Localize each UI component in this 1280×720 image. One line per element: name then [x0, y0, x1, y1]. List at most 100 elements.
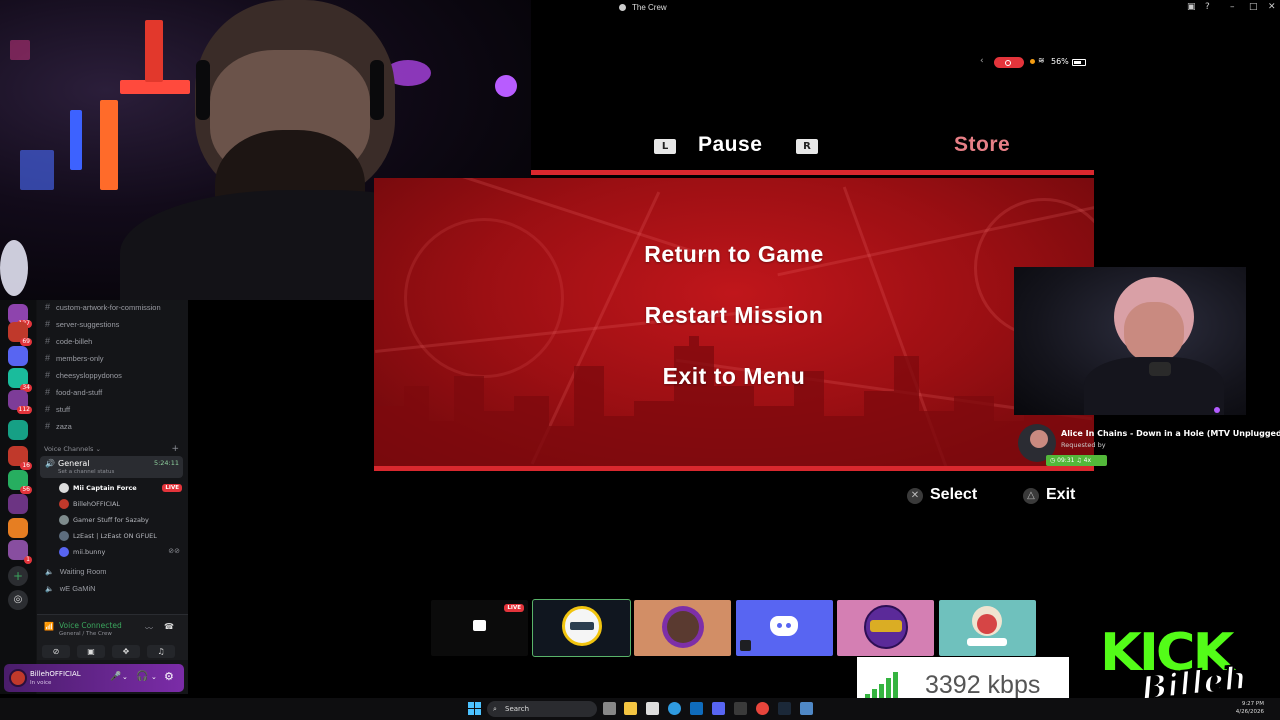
- windows-start-icon[interactable]: [468, 702, 481, 715]
- channel-item[interactable]: # zaza: [45, 421, 72, 431]
- voice-member[interactable]: mii.bunny: [59, 547, 105, 557]
- r-shoulder-icon[interactable]: R: [796, 139, 818, 154]
- channel-item[interactable]: # code-billeh: [45, 336, 92, 346]
- file-explorer-icon[interactable]: [624, 702, 637, 715]
- user-name[interactable]: BillehOFFICIAL: [30, 670, 81, 678]
- maximize-button[interactable]: □: [1249, 2, 1258, 12]
- guild-icon[interactable]: [8, 518, 28, 538]
- back-chevron-icon[interactable]: ‹: [980, 56, 984, 66]
- guild-icon[interactable]: 1: [8, 540, 32, 564]
- tab-pause[interactable]: Pause: [698, 133, 762, 157]
- scene-tile-face[interactable]: [634, 600, 731, 656]
- hash-icon: #: [45, 421, 51, 431]
- close-button[interactable]: ✕: [1268, 2, 1276, 12]
- window-titlebar: The Crew ▣ ? – □ ✕: [531, 0, 1280, 16]
- exit-hint[interactable]: Exit: [1046, 486, 1075, 504]
- voice-member[interactable]: Mii Captain Force: [59, 483, 137, 493]
- user-avatar[interactable]: [9, 669, 27, 687]
- channel-item[interactable]: # cheesysloppydonos: [45, 370, 122, 380]
- guild-icon[interactable]: 112: [8, 390, 32, 414]
- guild-icon[interactable]: [8, 346, 28, 366]
- voice-member[interactable]: LzEast | LzEast ON GFUEL: [59, 531, 157, 541]
- record-icon[interactable]: [994, 57, 1024, 68]
- soundboard-button[interactable]: ♫: [147, 645, 175, 658]
- scene-tile-cave[interactable]: [837, 600, 934, 656]
- mic-icon[interactable]: 🎤: [110, 672, 121, 682]
- tab-store[interactable]: Store: [954, 133, 1010, 157]
- guild-icon[interactable]: 34: [8, 368, 32, 392]
- voice-connected-panel: 📶 Voice Connected General / The Crew 〰 ☎…: [37, 614, 188, 660]
- voice-channel-timer: 5:24:11: [153, 459, 179, 467]
- discover-icon[interactable]: ◎: [8, 590, 28, 610]
- voice-channel-item[interactable]: 🔈 wE GaMiN: [45, 584, 96, 593]
- help-icon[interactable]: ?: [1205, 2, 1210, 12]
- menu-return-to-game[interactable]: Return to Game: [374, 241, 1094, 268]
- battery-percent: 56%: [1051, 57, 1069, 66]
- clock-time: 9:27 PM: [1241, 701, 1264, 707]
- select-hint[interactable]: Select: [930, 486, 977, 504]
- l-shoulder-icon[interactable]: L: [654, 139, 676, 154]
- notification-dot-icon: [1030, 59, 1035, 64]
- add-channel-icon[interactable]: +: [171, 444, 179, 454]
- add-server-icon[interactable]: +: [8, 566, 28, 586]
- taskbar-search[interactable]: ⌕ Search: [487, 701, 597, 717]
- avatar: [59, 531, 69, 541]
- noise-suppression-icon[interactable]: 〰: [145, 623, 153, 634]
- guild-icon[interactable]: 56: [8, 470, 32, 494]
- pause-tab-bar: L Pause R Store: [531, 130, 1094, 170]
- guild-icon[interactable]: 16: [8, 446, 32, 470]
- disconnect-icon[interactable]: ☎: [164, 622, 174, 631]
- channel-item[interactable]: # members-only: [45, 353, 104, 363]
- chevron-down-icon[interactable]: ⌄: [122, 673, 128, 681]
- channel-status[interactable]: Set a channel status: [58, 469, 114, 475]
- avatar: [59, 483, 69, 493]
- menu-exit-to-menu[interactable]: Exit to Menu: [374, 363, 1094, 390]
- cross-button-icon: ✕: [907, 488, 923, 504]
- screenshare-button[interactable]: ▣: [77, 645, 105, 658]
- scene-tile-chibi[interactable]: [939, 600, 1036, 656]
- chevron-down-icon[interactable]: ⌄: [151, 673, 157, 681]
- scene-tile-discord[interactable]: [736, 600, 833, 656]
- headphones-icon[interactable]: 🎧: [136, 671, 148, 682]
- scene-tile-screen[interactable]: LIVE: [431, 600, 528, 656]
- voice-channels-header[interactable]: Voice Channels ⌄: [44, 445, 101, 453]
- speaker-icon: 🔊: [45, 459, 55, 468]
- xbox-icon[interactable]: [734, 702, 747, 715]
- voice-channel-general[interactable]: 🔊 General 5:24:11 Set a channel status: [40, 456, 183, 478]
- song-time-pill: ◷ 09:31 ♫ 4x: [1046, 455, 1107, 466]
- camera-button[interactable]: ⊘: [42, 645, 70, 658]
- settings-gear-icon[interactable]: ⚙: [164, 670, 174, 683]
- discord-taskbar-icon[interactable]: [712, 702, 725, 715]
- voice-member[interactable]: Gamer Stuff for Sazaby: [59, 515, 149, 525]
- guild-icon[interactable]: 69: [8, 322, 32, 346]
- remote-desktop-icon[interactable]: [800, 702, 813, 715]
- channel-item[interactable]: # server-suggestions: [45, 319, 119, 329]
- channel-item[interactable]: # custom-artwork-for-commission: [45, 302, 161, 312]
- scene-tile-avatar[interactable]: [532, 599, 631, 657]
- voice-channel-item[interactable]: 🔈 Waiting Room: [45, 567, 107, 576]
- guild-icon[interactable]: [8, 494, 28, 514]
- header-divider: [531, 170, 1094, 175]
- edge-icon[interactable]: [668, 702, 681, 715]
- guild-icon[interactable]: 127: [8, 304, 32, 328]
- minimize-button[interactable]: –: [1230, 2, 1235, 12]
- chrome-icon[interactable]: [756, 702, 769, 715]
- mail-icon[interactable]: [690, 702, 703, 715]
- menu-restart-mission[interactable]: Restart Mission: [374, 302, 1094, 329]
- voice-connected-sub[interactable]: General / The Crew: [59, 631, 112, 637]
- guild-badge: 1: [24, 556, 32, 564]
- steam-icon[interactable]: [778, 702, 791, 715]
- avatar: [59, 547, 69, 557]
- feedback-icon[interactable]: ▣: [1187, 2, 1196, 12]
- guild-icon[interactable]: [8, 420, 28, 440]
- taskbar-clock[interactable]: 9:27 PM 4/26/2026: [1236, 700, 1264, 716]
- discord-icon: [770, 616, 798, 636]
- activities-button[interactable]: ✥: [112, 645, 140, 658]
- speaker-icon: 🔈: [45, 586, 54, 593]
- voice-member[interactable]: BillehOFFICIAL: [59, 499, 120, 509]
- store-icon[interactable]: [646, 702, 659, 715]
- guild-badge: 56: [20, 486, 32, 494]
- channel-item[interactable]: # food-and-stuff: [45, 387, 102, 397]
- task-view-icon[interactable]: [603, 702, 616, 715]
- channel-item[interactable]: # stuff: [45, 404, 70, 414]
